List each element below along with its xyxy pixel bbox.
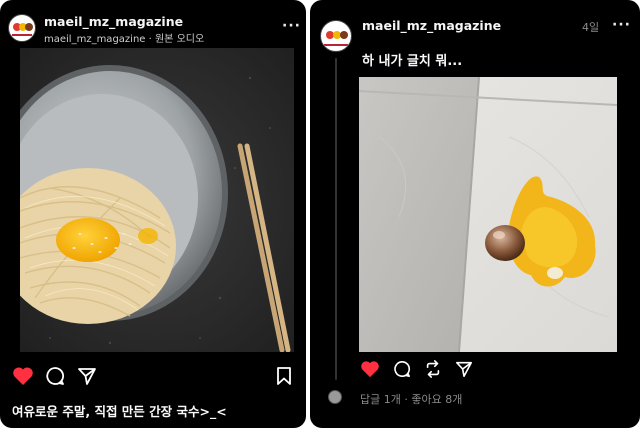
profile-avatar[interactable] — [320, 20, 352, 52]
egg-photo — [359, 77, 617, 352]
audio-label: 원본 오디오 — [154, 34, 205, 45]
replier-avatar[interactable] — [328, 390, 342, 404]
post-image[interactable] — [359, 77, 617, 352]
post-timestamp: 4일 — [582, 21, 600, 34]
repost-icon[interactable] — [424, 360, 442, 378]
post-username[interactable]: maeil_mz_magazine — [44, 14, 183, 29]
more-options-icon[interactable]: ··· — [612, 17, 631, 33]
thread-username[interactable]: maeil_mz_magazine — [362, 18, 501, 33]
heart-icon[interactable] — [360, 360, 380, 378]
noodle-photo — [20, 48, 294, 352]
audio-owner: maeil_mz_magazine — [44, 34, 146, 45]
post-text: 하 내가 글치 뭐... — [362, 54, 463, 69]
audio-info[interactable]: maeil_mz_magazine · 원본 오디오 — [44, 30, 204, 45]
more-options-icon[interactable]: ··· — [282, 18, 301, 34]
like-count[interactable]: 좋아요 8개 — [411, 393, 462, 406]
threads-post: maeil_mz_magazine 4일 ··· 하 내가 글치 뭐... 답글… — [310, 0, 640, 428]
instagram-post: maeil_mz_magazine maeil_mz_magazine · 원본… — [0, 0, 306, 428]
comment-icon[interactable] — [45, 366, 65, 386]
post-stats[interactable]: 답글 1개 · 좋아요 8개 — [360, 391, 462, 407]
thread-line — [335, 58, 337, 380]
share-icon[interactable] — [77, 366, 97, 386]
profile-avatar[interactable] — [8, 14, 36, 42]
reply-icon[interactable] — [393, 360, 411, 378]
heart-icon[interactable] — [12, 366, 34, 386]
post-image[interactable] — [20, 48, 294, 352]
share-icon[interactable] — [455, 360, 473, 378]
bookmark-icon[interactable] — [275, 366, 293, 386]
post-caption: 여유로운 주말, 직접 만든 간장 국수>_< — [12, 404, 227, 419]
reply-count[interactable]: 답글 1개 — [360, 393, 401, 406]
